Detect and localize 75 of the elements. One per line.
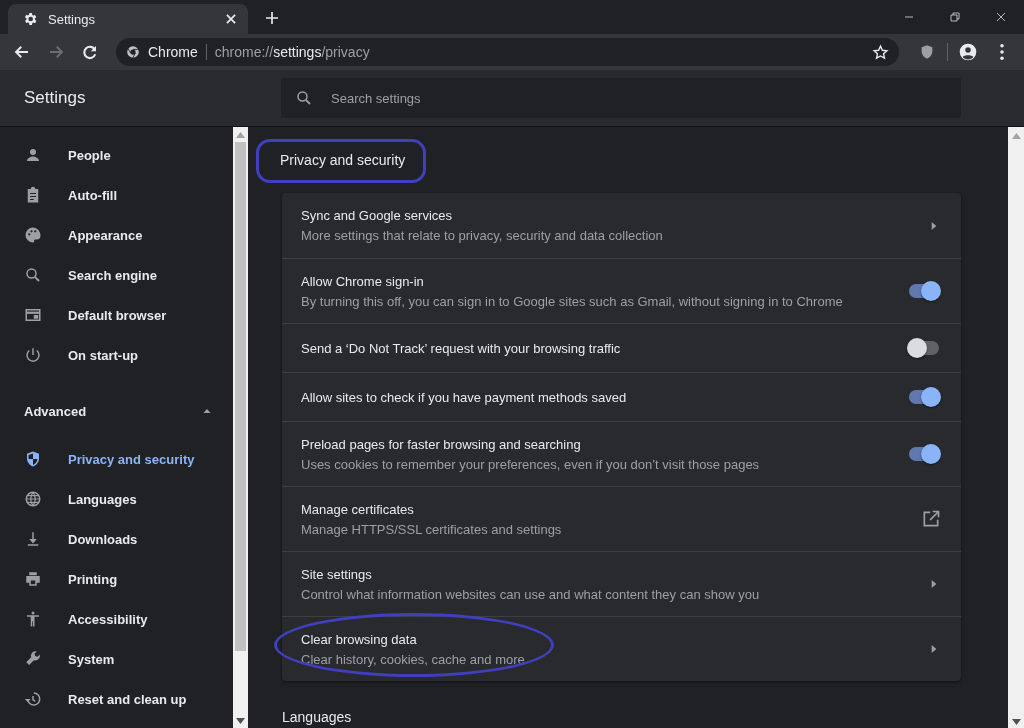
scroll-down-arrow-icon[interactable] (236, 717, 245, 724)
row-title: Allow Chrome sign-in (301, 273, 425, 289)
browser-window-icon (24, 306, 42, 324)
browser-tab[interactable]: Settings (8, 4, 248, 34)
address-bar[interactable]: Chrome chrome://settings/privacy (116, 38, 899, 66)
row-title: Allow sites to check if you have payment methods saved (301, 389, 628, 405)
row-title: Sync and Google services (301, 208, 454, 223)
shield-icon (24, 450, 42, 468)
site-name: Chrome (148, 44, 198, 60)
sidebar-item[interactable]: Search engine (0, 255, 233, 295)
row-description: Uses cookies to remember your preferences, even if you don’t visit those pages (301, 456, 761, 472)
row-title: Site settings (301, 566, 373, 582)
row-description: More settings that relate to privacy, security and data collection (301, 228, 664, 243)
sidebar-item[interactable]: People (0, 135, 233, 175)
row-title: Clear browsing data (301, 631, 418, 647)
row-title: Manage certificates (301, 501, 415, 517)
sidebar-item[interactable]: Printing (0, 559, 233, 599)
palette-icon (24, 226, 42, 244)
sidebar-item[interactable]: Appearance (0, 215, 233, 255)
section-heading: Privacy and security (280, 152, 406, 168)
settings-row[interactable]: Sync and Google services More settings that relate to privacy, security and data collection (282, 193, 961, 258)
row-description: Manage HTTPS/SSL certificates and settings (301, 521, 563, 537)
row-title: Preload pages for faster browsing and searching (301, 436, 582, 452)
external-link-icon[interactable] (921, 509, 941, 529)
toggle-switch[interactable] (909, 341, 939, 355)
sidebar-item[interactable]: System (0, 639, 233, 679)
scrollbar[interactable] (233, 127, 248, 728)
row-description: By turning this off, you can sign in to Google sites such as Gmail, without signing in to Chrome (301, 293, 844, 309)
scroll-down-arrow-icon[interactable] (1011, 719, 1021, 725)
settings-row[interactable]: Allow Chrome sign-in By turning this off, you can sign in to Google sites such as Gmail, without signing in to Chrome (282, 258, 961, 323)
menu-icon (1000, 44, 1004, 60)
forward-arrow-icon (47, 43, 65, 61)
sidebar-item[interactable]: Auto-fill (0, 175, 233, 215)
search-icon (24, 266, 42, 284)
toggle-switch[interactable] (909, 447, 939, 461)
shield-icon (919, 44, 935, 60)
globe-icon (24, 490, 42, 508)
settings-row[interactable]: Preload pages for faster browsing and searching Uses cookies to remember your preferences, even if you don’t visit those pages (282, 421, 961, 486)
accessibility-icon (24, 610, 42, 628)
settings-row[interactable]: Send a ‘Do Not Track’ request with your browsing traffic (282, 323, 961, 372)
power-icon (24, 346, 42, 364)
section-heading: Languages (282, 708, 353, 725)
plus-icon (264, 10, 280, 26)
toggle-switch[interactable] (909, 284, 939, 298)
sidebar-item[interactable]: Privacy and security (0, 439, 233, 479)
sidebar-item[interactable]: Accessibility (0, 599, 233, 639)
sidebar-item[interactable]: Languages (0, 479, 233, 519)
row-description: Control what information websites can use and what content they can show you (301, 586, 761, 602)
close-window-icon (995, 11, 1007, 23)
star-icon[interactable] (872, 43, 889, 61)
sidebar-item[interactable]: Reset and clean up (0, 679, 233, 719)
gear-icon (22, 11, 38, 27)
row-title: Send a ‘Do Not Track’ request with your browsing traffic (301, 340, 622, 356)
settings-row[interactable]: Site settings Control what information websites can use and what content they can show you (282, 551, 961, 616)
search-icon (295, 89, 313, 107)
history-icon (24, 690, 42, 708)
wrench-icon (24, 650, 42, 668)
account-icon (958, 42, 978, 62)
reload-icon (81, 43, 99, 61)
settings-row[interactable]: Manage certificates Manage HTTPS/SSL certificates and settings (282, 486, 961, 551)
url-text: chrome://settings/privacy (214, 44, 371, 60)
sidebar-item[interactable]: On start-up (0, 335, 233, 375)
sidebar-item[interactable]: Default browser (0, 295, 233, 335)
chrome-logo-icon (126, 45, 140, 59)
sidebar-item[interactable]: Downloads (0, 519, 233, 559)
printer-icon (24, 570, 42, 588)
toggle-switch[interactable] (909, 390, 939, 404)
page-title: Settings (23, 88, 87, 108)
person-icon (24, 146, 42, 164)
close-icon[interactable] (224, 12, 238, 26)
back-arrow-icon (13, 43, 31, 61)
restore-icon (949, 11, 961, 23)
advanced-toggle[interactable]: Advanced (0, 383, 233, 439)
settings-row[interactable]: Allow sites to check if you have payment methods saved (282, 372, 961, 421)
scrollbar[interactable] (1008, 127, 1024, 728)
